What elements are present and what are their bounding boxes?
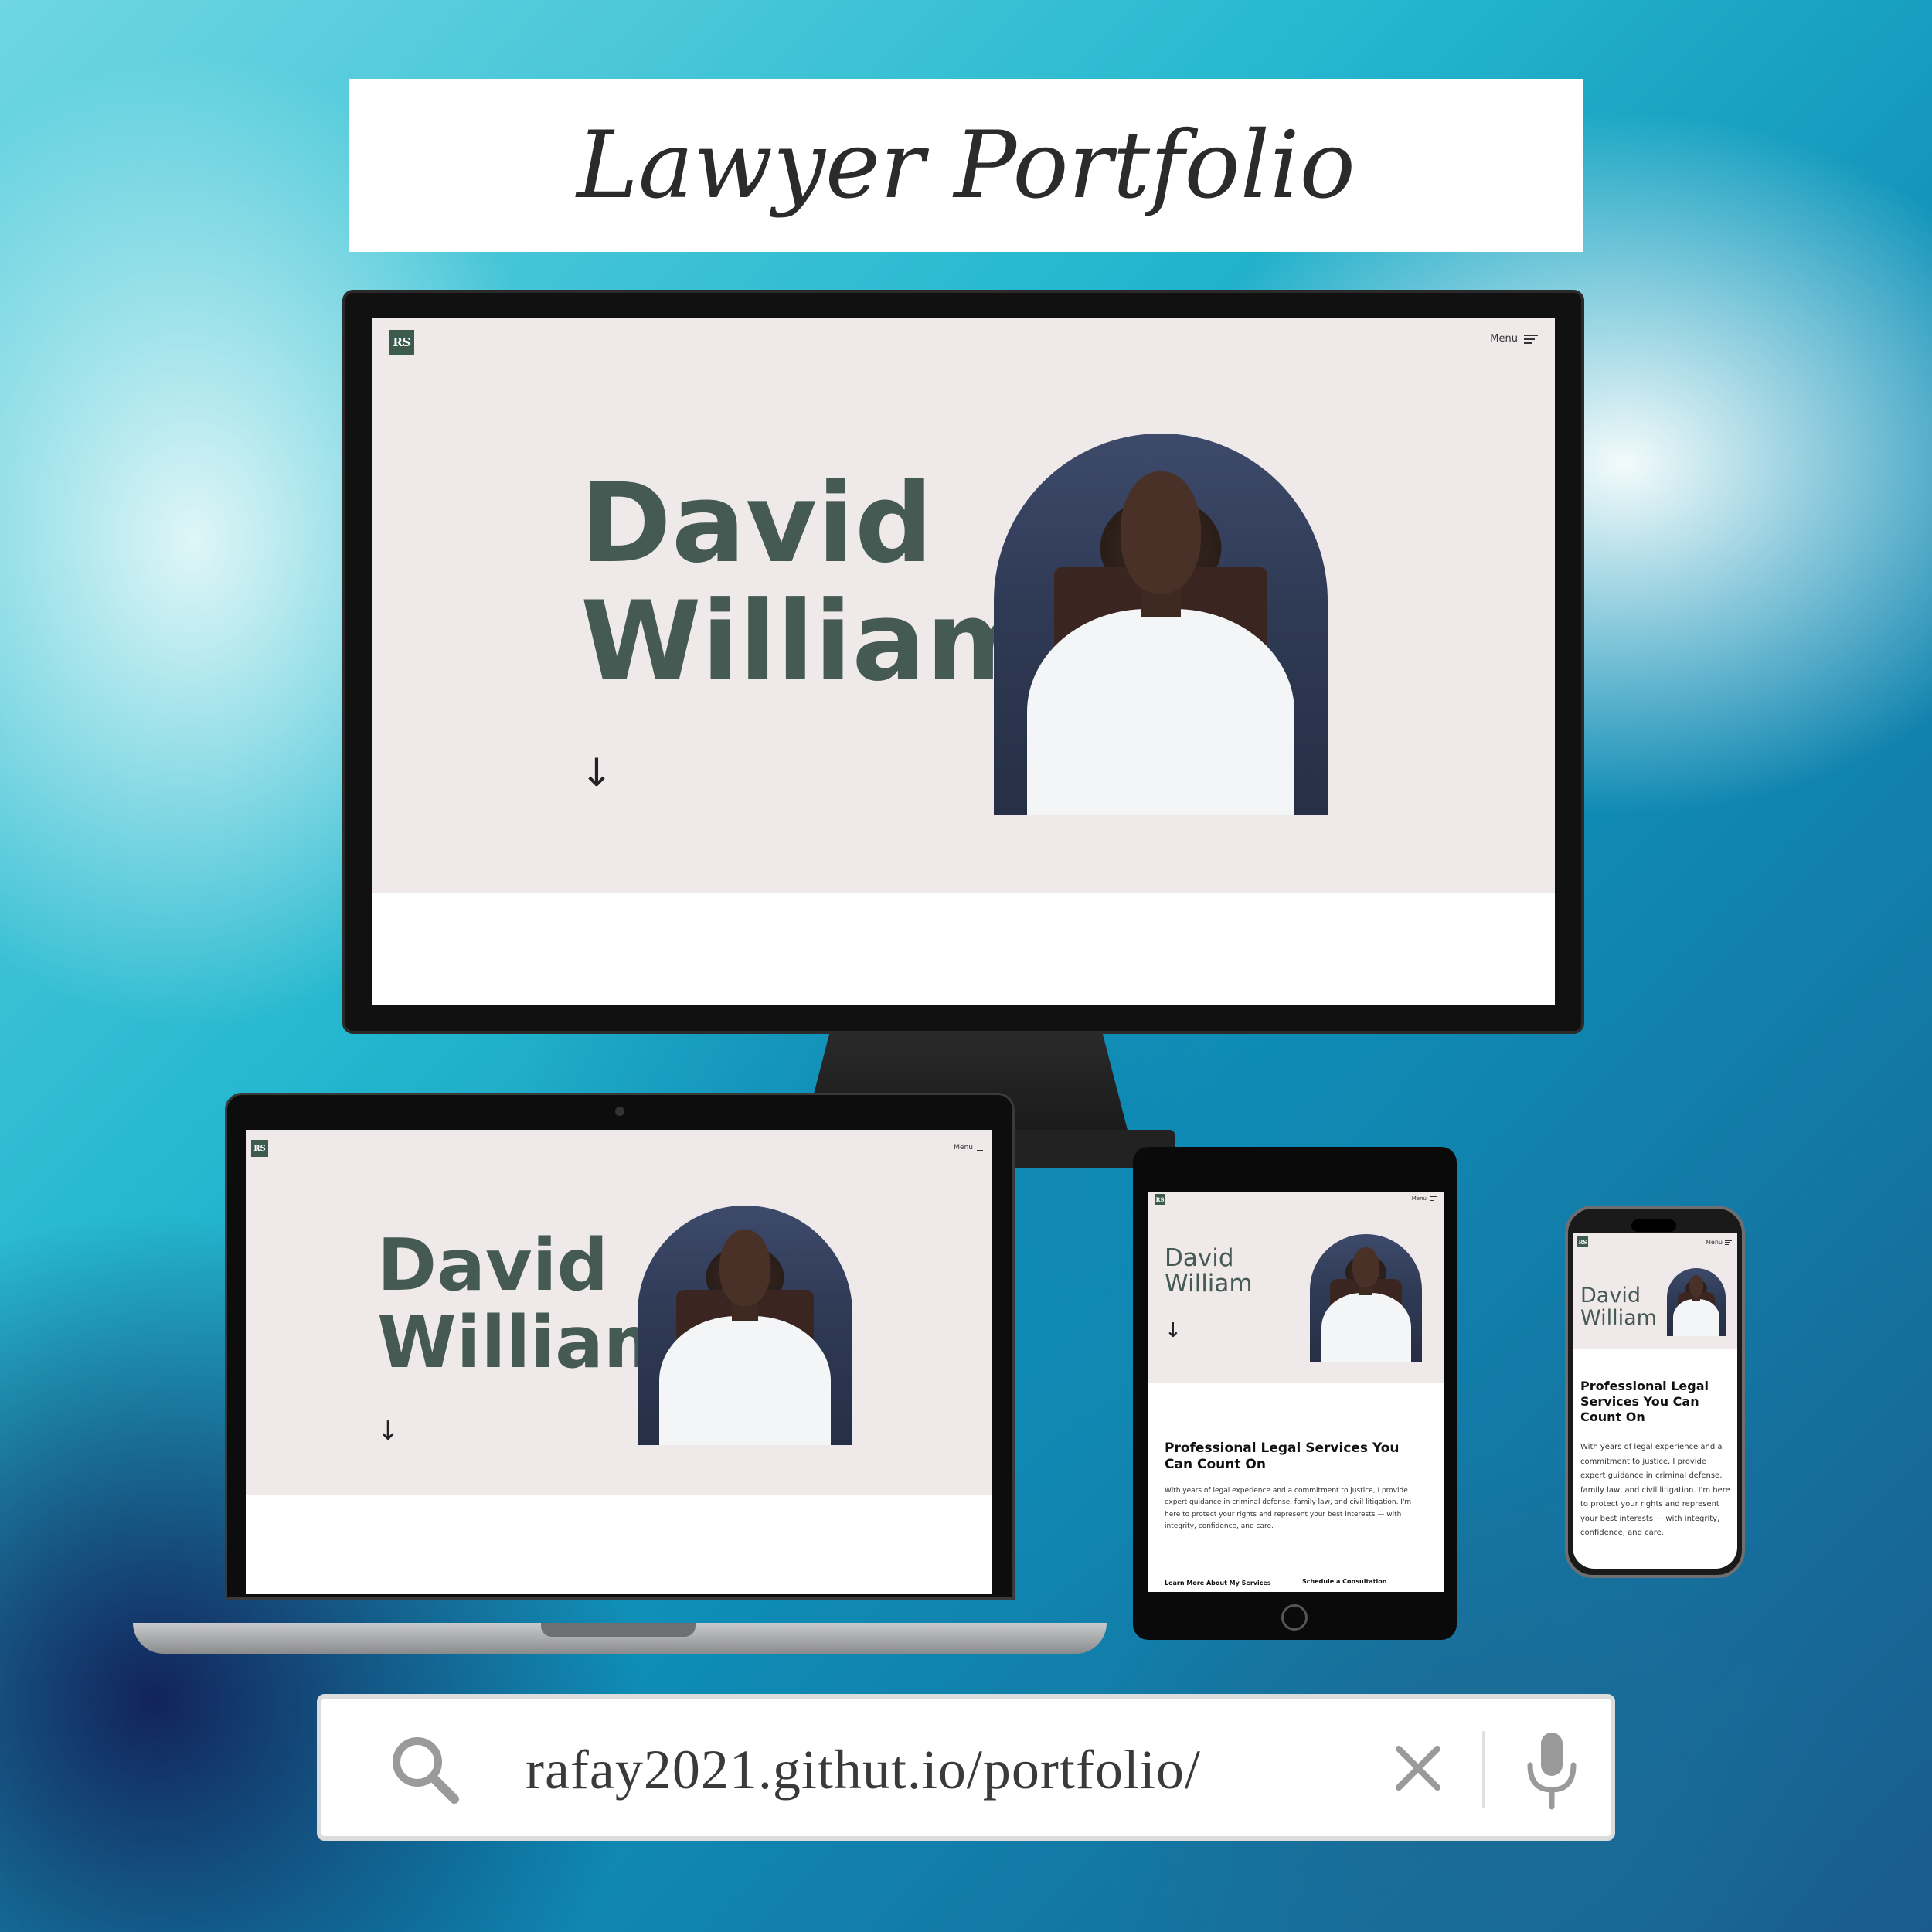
- hero-first-name: David: [580, 460, 934, 587]
- hero-section: RS Menu David William ↓: [246, 1130, 992, 1495]
- hero-name: David William: [1165, 1244, 1253, 1298]
- menu-label: Menu: [1411, 1196, 1427, 1202]
- section-title: Professional Legal Services You Can Coun…: [1165, 1440, 1400, 1473]
- hero-first-name: David: [377, 1223, 609, 1307]
- section-body: With years of legal experience and a com…: [1165, 1487, 1412, 1530]
- title-banner: Lawyer Portfolio: [349, 79, 1583, 252]
- hamburger-icon: [1430, 1196, 1437, 1201]
- laptop-camera: [615, 1107, 624, 1116]
- menu-label: Menu: [1706, 1239, 1723, 1246]
- menu-button[interactable]: Menu: [1706, 1239, 1732, 1246]
- scroll-down-arrow-icon[interactable]: ↓: [1165, 1319, 1182, 1342]
- tablet-home-button[interactable]: [1281, 1604, 1308, 1631]
- hamburger-icon: [1524, 334, 1538, 344]
- hero-last-name: William: [377, 1301, 679, 1385]
- site-logo[interactable]: RS: [1155, 1194, 1165, 1205]
- menu-label: Menu: [954, 1144, 973, 1151]
- hero-first-name: David: [1580, 1284, 1641, 1308]
- menu-label: Menu: [1490, 333, 1518, 345]
- close-icon[interactable]: [1391, 1741, 1445, 1795]
- site-logo[interactable]: RS: [251, 1140, 268, 1157]
- lawyer-portrait: [994, 434, 1328, 815]
- hero-last-name: William: [1165, 1270, 1253, 1298]
- hero-section: RS Menu David William ↓: [1148, 1192, 1444, 1383]
- learn-more-link[interactable]: Learn More About My Services: [1165, 1580, 1271, 1587]
- tablet-screen: RS Menu David William ↓ Professional Leg…: [1148, 1192, 1444, 1592]
- microphone-icon[interactable]: [1522, 1730, 1581, 1811]
- hero-last-name: William: [1580, 1306, 1657, 1331]
- hero-name: David William: [580, 464, 1040, 702]
- lawyer-portrait: [1667, 1268, 1726, 1336]
- hero-section: RS Menu David William ↓: [372, 318, 1555, 893]
- phone-dynamic-island: [1631, 1219, 1676, 1232]
- site-logo[interactable]: RS: [389, 330, 414, 355]
- hero-name: David William: [377, 1226, 679, 1382]
- url-text[interactable]: rafay2021.githut.io/portfolio/: [526, 1731, 1201, 1808]
- laptop-hinge: [541, 1623, 696, 1637]
- search-icon[interactable]: [386, 1731, 464, 1808]
- hero-last-name: William: [580, 578, 1041, 706]
- menu-button[interactable]: Menu: [1490, 333, 1538, 345]
- scroll-down-arrow-icon[interactable]: ↓: [580, 750, 613, 795]
- section-body: With years of legal experience and a com…: [1580, 1443, 1730, 1537]
- monitor-screen: RS Menu David William ↓: [372, 318, 1555, 1005]
- lawyer-portrait: [638, 1206, 852, 1445]
- hamburger-icon: [1725, 1240, 1732, 1245]
- banner-title: Lawyer Portfolio: [577, 111, 1355, 219]
- site-logo[interactable]: RS: [1577, 1236, 1588, 1247]
- schedule-consultation-link[interactable]: Schedule a Consultation: [1302, 1578, 1386, 1585]
- menu-button[interactable]: Menu: [954, 1144, 986, 1151]
- hero-section: RS Menu David William: [1573, 1233, 1737, 1349]
- hamburger-icon: [977, 1145, 986, 1151]
- search-divider: [1482, 1731, 1485, 1808]
- hero-first-name: David: [1165, 1244, 1234, 1272]
- menu-button[interactable]: Menu: [1412, 1196, 1437, 1202]
- hero-name: David William: [1580, 1284, 1657, 1329]
- lawyer-portrait: [1310, 1234, 1422, 1362]
- phone-screen: RS Menu David William Professional Legal…: [1573, 1233, 1737, 1569]
- scroll-down-arrow-icon[interactable]: ↓: [377, 1416, 400, 1447]
- section-title: Professional Legal Services You Can Coun…: [1580, 1379, 1709, 1424]
- laptop-screen: RS Menu David William ↓: [246, 1130, 992, 1594]
